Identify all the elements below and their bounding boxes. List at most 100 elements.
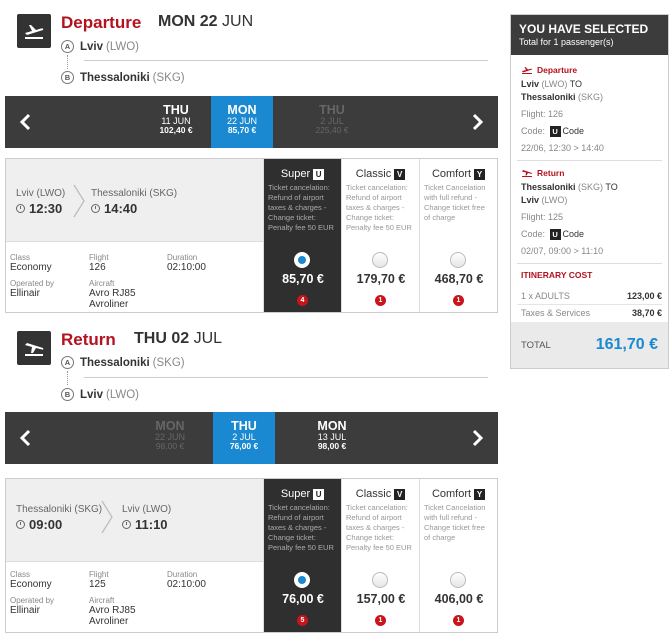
adults-value: 123,00 € — [626, 291, 662, 301]
from-airport: Lviv (LWO) — [16, 188, 66, 199]
fare-code-badge: Y — [474, 168, 486, 180]
summary-from-city: Thessaloniki — [521, 182, 576, 192]
summary-to-word: TO — [605, 182, 618, 192]
summary-from-code: (SKG) — [578, 182, 604, 192]
aircraft-label: Aircraft — [89, 596, 115, 605]
fare-radio[interactable] — [450, 252, 466, 268]
return-origin: A Thessaloniki (SKG) — [61, 356, 185, 369]
return-flight-from: Thessaloniki (SKG) 09:00 — [16, 504, 102, 532]
divider — [84, 60, 488, 61]
departure-destination-code: (SKG) — [152, 71, 185, 84]
fare-radio[interactable] — [372, 572, 388, 588]
date-option-price: 98,00 € — [317, 441, 347, 451]
operated-by-value: Ellinair — [10, 288, 41, 299]
landing-plane-icon — [17, 331, 51, 365]
class-value: Economy — [10, 262, 52, 273]
date-option-price: 102,40 € — [159, 125, 193, 135]
takeoff-plane-icon — [17, 14, 51, 48]
total-value: 161,70 € — [595, 336, 658, 353]
total-row: TOTAL 161,70 € — [511, 322, 668, 368]
summary-time: 22/06, 12:30 > 14:40 — [521, 143, 604, 153]
route-connector — [67, 371, 68, 385]
fare-option-super[interactable]: Super U Ticket cancelation: Refund of air… — [263, 159, 341, 312]
return-origin-code: (SKG) — [152, 356, 185, 369]
fare-price: 179,70 € — [356, 272, 406, 286]
return-heading: Return — [61, 330, 116, 349]
departure-date-month: JUN — [222, 13, 254, 30]
date-option-day: MON — [155, 419, 185, 433]
operated-by-value: Ellinair — [10, 605, 41, 616]
date-option[interactable]: MON 13 JUL 98,00 € — [301, 412, 363, 464]
departure-origin-code: (LWO) — [106, 40, 140, 53]
fare-description: Ticket cancelation: Refund of airport ta… — [268, 503, 334, 552]
fare-price: 468,70 € — [434, 272, 484, 286]
duration-label: Duration — [167, 253, 198, 262]
aircraft-value: Avro RJ85 Avroliner — [89, 288, 136, 310]
taxes-value: 38,70 € — [631, 308, 662, 318]
departure-origin-city: Lviv — [80, 40, 104, 53]
chevron-right-icon — [472, 429, 484, 447]
departure-date: MON 22 JUN — [158, 13, 253, 31]
date-option-price: 85,70 € — [227, 125, 257, 135]
total-label: TOTAL — [521, 339, 551, 351]
operated-by-label: Operated by — [10, 279, 55, 288]
fare-price: 406,00 € — [434, 592, 484, 606]
fare-option-comfort[interactable]: Comfort Y Ticket Cancelation with full re… — [419, 479, 497, 632]
date-option-selected[interactable]: THU 2 JUL 76,00 € — [213, 412, 275, 464]
seats-left-badge: 4 — [297, 295, 308, 306]
summary-from-code: (LWO) — [541, 79, 568, 89]
to-time: 14:40 — [104, 201, 138, 216]
flight-label: Flight — [89, 253, 109, 262]
fare-name: Classic — [355, 168, 392, 180]
date-option[interactable]: THU 2 JUL 225,40 € — [301, 96, 363, 148]
destination-marker-icon: B — [61, 388, 74, 401]
fare-name: Super — [280, 168, 311, 180]
date-option-selected[interactable]: MON 22 JUN 85,70 € — [211, 96, 273, 148]
arrow-right-icon — [73, 184, 85, 218]
duration-value: 02:10:00 — [167, 579, 206, 590]
return-flight-card: Thessaloniki (SKG) 09:00 Lviv (LWO) 11:1… — [5, 478, 498, 633]
summary-return: Return Thessaloniki (SKG) TO Lviv (LWO) … — [521, 168, 618, 258]
next-date-button[interactable] — [458, 412, 498, 464]
date-option[interactable]: MON 22 JUN 98,00 € — [139, 412, 201, 464]
summary-from-city: Lviv — [521, 79, 540, 89]
departure-flight-to: Thessaloniki (SKG) 14:40 — [91, 188, 177, 216]
date-option[interactable]: THU 11 JUN 102,40 € — [145, 96, 207, 148]
fare-radio[interactable] — [372, 252, 388, 268]
fare-radio[interactable] — [450, 572, 466, 588]
fare-code-badge: U — [549, 229, 561, 240]
taxes-cost-row: Taxes & Services 38,70 € — [521, 308, 662, 318]
duration-value: 02:10:00 — [167, 262, 206, 273]
aircraft-label: Aircraft — [89, 279, 115, 288]
origin-marker-icon: A — [61, 356, 74, 369]
next-date-button[interactable] — [458, 96, 498, 148]
route-connector — [67, 55, 68, 69]
fare-radio[interactable] — [294, 572, 310, 588]
summary-to-city: Lviv — [521, 195, 540, 205]
summary-to-word: TO — [569, 79, 583, 89]
fare-option-classic[interactable]: Classic V Ticket cancelation: Refund of a… — [341, 479, 419, 632]
date-option-day: THU — [319, 103, 345, 117]
aircraft-value: Avro RJ85 Avroliner — [89, 605, 136, 627]
origin-marker-icon: A — [61, 40, 74, 53]
duration-label: Duration — [167, 570, 198, 579]
itinerary-cost-heading: ITINERARY COST — [521, 270, 592, 280]
from-airport: Thessaloniki (SKG) — [16, 504, 103, 515]
fare-description: Ticket Cancelation with full refund - Ch… — [424, 183, 486, 222]
fare-option-classic[interactable]: Classic V Ticket cancelation: Refund of a… — [341, 159, 419, 312]
fare-option-super[interactable]: Super U Ticket cancelation: Refund of air… — [263, 479, 341, 632]
previous-date-button[interactable] — [5, 96, 45, 148]
chevron-left-icon — [19, 113, 31, 131]
fare-radio[interactable] — [294, 252, 310, 268]
class-label: Class — [10, 570, 31, 579]
arrow-right-icon — [101, 500, 113, 534]
operated-by-label: Operated by — [10, 596, 55, 605]
selection-summary: YOU HAVE SELECTED Total for 1 passenger(… — [510, 14, 669, 369]
summary-to-code: (SKG) — [578, 92, 604, 102]
from-time: 09:00 — [29, 517, 63, 532]
flight-value: 125 — [89, 579, 106, 590]
summary-flight: Flight: 125 — [521, 212, 564, 222]
to-airport: Lviv (LWO) — [122, 504, 172, 515]
previous-date-button[interactable] — [5, 412, 45, 464]
fare-option-comfort[interactable]: Comfort Y Ticket Cancelation with full re… — [419, 159, 497, 312]
